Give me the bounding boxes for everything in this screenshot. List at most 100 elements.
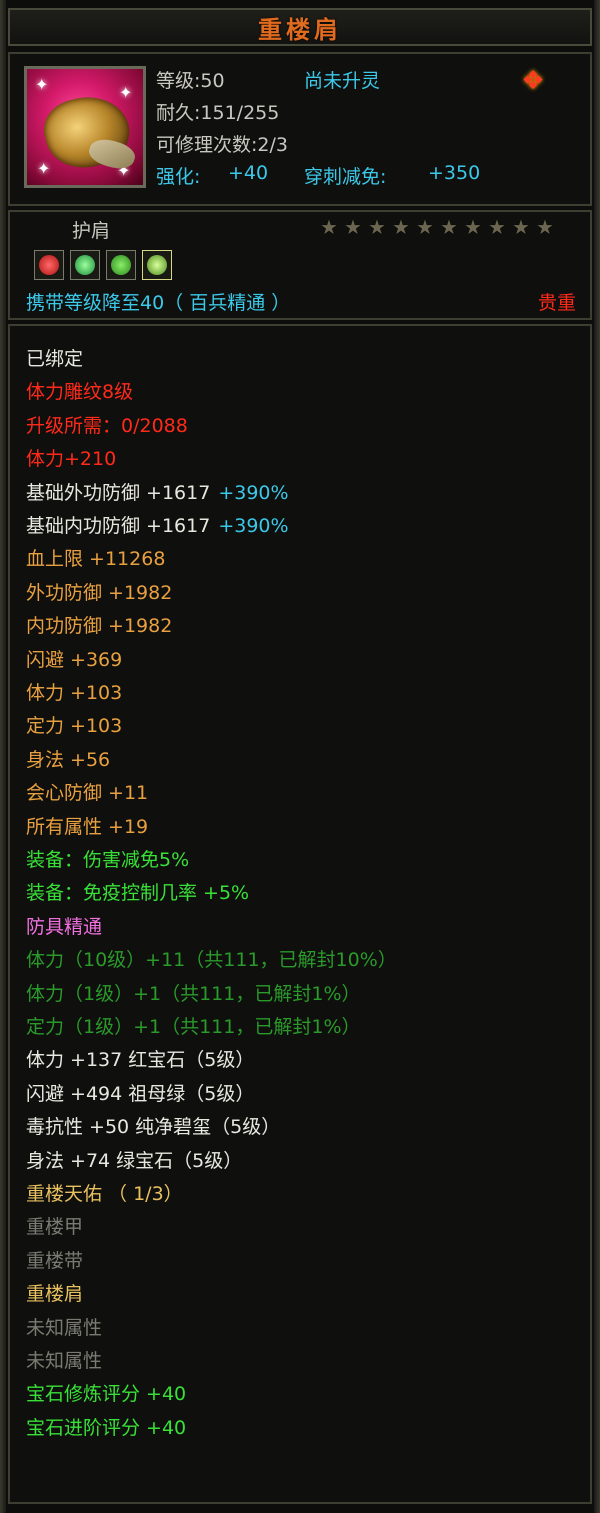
attribute-text: 闪避 +369 <box>26 648 123 671</box>
attribute-text: 防具精通 <box>26 915 103 938</box>
attribute-row: 未知属性 <box>26 1313 102 1343</box>
attribute-row: 已绑定 <box>26 344 83 374</box>
attribute-row: 体力（10级）+11（共111，已解封10%） <box>26 945 397 975</box>
attribute-text: 重楼带 <box>26 1249 84 1272</box>
attribute-row: 定力（1级）+1（共111，已解封1%） <box>26 1012 361 1042</box>
durability: 耐久:151/255 <box>156 102 280 124</box>
attribute-text: 宝石修炼评分 +40 <box>26 1383 187 1406</box>
attribute-text: 闪避 +494 祖母绿（5级） <box>26 1082 255 1105</box>
right-border <box>594 0 600 1513</box>
attribute-text: 体力+210 <box>26 448 117 471</box>
pierce-value: +350 <box>428 162 481 184</box>
attribute-text: 重楼甲 <box>26 1216 84 1239</box>
attribute-text: 重楼天佑 （ 1/3） <box>26 1183 183 1205</box>
item-header-panel: ✦ ✦ ✦ ✦ 等级:50 尚未升灵 ❖ 耐久:151/255 可修理次数:2/… <box>8 52 592 206</box>
attribute-row: 内功防御 +1982 <box>26 611 172 641</box>
attribute-panel: 已绑定体力雕纹8级升级所需：0/2088 体力+210 基础外功防御 +1617 +3… <box>8 324 592 1504</box>
attribute-text: 体力 +103 <box>26 682 123 704</box>
attribute-row: 基础内功防御 +1617 +390% <box>26 511 289 541</box>
attribute-row: 所有属性 +19 <box>26 812 148 842</box>
star-icon: ★ <box>464 215 482 239</box>
star-icon: ★ <box>488 215 506 239</box>
attribute-row: 外功防御 +1982 <box>26 578 172 608</box>
attribute-bonus: +390% <box>218 481 289 504</box>
attribute-row: 体力（1级）+1（共111，已解封1%） <box>26 979 361 1009</box>
attribute-text: 已绑定 <box>26 348 84 370</box>
attribute-row: 体力 +103 <box>26 678 122 708</box>
attribute-text: 身法 +56 <box>26 748 111 771</box>
attribute-text: 重楼肩 <box>26 1283 84 1306</box>
attribute-text: 宝石进阶评分 +40 <box>26 1416 187 1439</box>
attribute-text: 身法 +74 绿宝石（5级） <box>26 1149 243 1172</box>
attribute-text: 所有属性 +19 <box>26 815 149 838</box>
attribute-row: 重楼甲 <box>26 1212 83 1242</box>
attribute-row: 会心防御 +11 <box>26 778 148 808</box>
attribute-text: 装备：伤害减免5% <box>26 849 190 871</box>
attribute-text: 定力（1级）+1（共111，已解封1%） <box>26 1016 361 1038</box>
slot-type: 护肩 <box>72 220 111 242</box>
attribute-text: 外功防御 +1982 <box>26 581 173 604</box>
attribute-row: 身法 +74 绿宝石（5级） <box>26 1146 242 1176</box>
star-icon: ★ <box>512 215 530 239</box>
gem-sockets <box>34 250 172 280</box>
attribute-text: 内功防御 +1982 <box>26 615 173 638</box>
attribute-row: 基础外功防御 +1617 +390% <box>26 478 289 508</box>
attribute-row: 防具精通 <box>26 912 102 942</box>
attribute-row: 毒抗性 +50 纯净碧玺（5级） <box>26 1112 280 1142</box>
flame-icon: ❖ <box>521 66 545 96</box>
attribute-text: 体力（1级）+1（共111，已解封1%） <box>26 982 361 1005</box>
attribute-text: 基础内功防御 +1617 <box>26 515 211 537</box>
attribute-text: 体力 +137 红宝石（5级） <box>26 1049 255 1072</box>
attribute-row: 定力 +103 <box>26 711 122 741</box>
pierce-label: 穿刺减免: <box>304 166 387 188</box>
item-title: 重楼肩 <box>258 15 342 44</box>
star-rating: ★ ★ ★ ★ ★ ★ ★ ★ ★ ★ <box>318 216 556 238</box>
carry-level: 携带等级降至40（ 百兵精通 ） <box>26 292 291 314</box>
attribute-text: 未知属性 <box>26 1350 103 1372</box>
attribute-text: 血上限 +11268 <box>26 548 166 571</box>
attribute-row: 宝石修炼评分 +40 <box>26 1379 186 1409</box>
title-bar: 重楼肩 <box>8 8 592 46</box>
attribute-row: 装备：伤害减免5% <box>26 845 189 875</box>
enhance-value: +40 <box>228 162 269 184</box>
attribute-row: 升级所需：0/2088 <box>26 411 188 441</box>
attribute-row: 体力+210 <box>26 444 116 474</box>
attribute-row: 体力雕纹8级 <box>26 377 133 407</box>
attribute-row: 血上限 +11268 <box>26 544 165 574</box>
attribute-row: 闪避 +369 <box>26 645 122 675</box>
attribute-row: 重楼肩 <box>26 1279 83 1309</box>
attribute-text: 升级所需：0/2088 <box>26 414 188 437</box>
enhance-label: 强化: <box>156 166 201 188</box>
item-tooltip: 重楼肩 ✦ ✦ ✦ ✦ 等级:50 尚未升灵 ❖ 耐久:151/255 可修理次… <box>0 0 600 1513</box>
rarity-label: 贵重 <box>537 292 576 314</box>
red-gem-icon <box>34 250 64 280</box>
attribute-text: 体力雕纹8级 <box>26 381 134 404</box>
attribute-text: 装备：免疫控制几率 +5% <box>26 882 250 905</box>
spirit-status: 尚未升灵 <box>304 70 381 92</box>
star-icon: ★ <box>320 215 338 239</box>
left-border <box>0 0 6 1513</box>
star-icon: ★ <box>392 215 410 239</box>
attribute-row: 未知属性 <box>26 1346 102 1376</box>
attribute-row: 装备：免疫控制几率 +5% <box>26 878 249 908</box>
attribute-row: 闪避 +494 祖母绿（5级） <box>26 1079 254 1109</box>
repair-count: 可修理次数:2/3 <box>156 134 288 156</box>
green-gem-icon <box>106 250 136 280</box>
attribute-row: 重楼带 <box>26 1246 83 1276</box>
attribute-bonus: +390% <box>218 515 289 537</box>
star-icon: ★ <box>440 215 458 239</box>
item-level: 等级:50 <box>156 70 225 92</box>
attribute-text: 基础外功防御 +1617 <box>26 481 211 504</box>
jade-gem-icon <box>142 250 172 280</box>
attribute-row: 重楼天佑 （ 1/3） <box>26 1179 183 1209</box>
attribute-row: 宝石进阶评分 +40 <box>26 1413 186 1443</box>
star-icon: ★ <box>344 215 362 239</box>
star-icon: ★ <box>416 215 434 239</box>
attribute-row: 身法 +56 <box>26 745 110 775</box>
attribute-text: 定力 +103 <box>26 715 123 738</box>
attribute-text: 未知属性 <box>26 1316 103 1339</box>
attribute-text: 会心防御 +11 <box>26 782 149 805</box>
attribute-text: 体力（10级）+11（共111，已解封10%） <box>26 949 397 972</box>
green-gem-icon <box>70 250 100 280</box>
item-slot-panel: 护肩 ★ ★ ★ ★ ★ ★ ★ ★ ★ ★ 携带等级降至40（ 百兵精通 ） 贵重 <box>8 210 592 320</box>
